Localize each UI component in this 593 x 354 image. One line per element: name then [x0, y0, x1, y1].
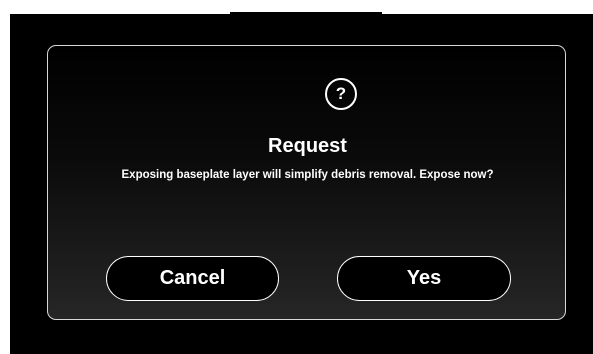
- dialog-message: Exposing baseplate layer will simplify d…: [121, 169, 494, 181]
- screen: ? Request Exposing baseplate layer will …: [10, 14, 593, 354]
- yes-button[interactable]: Yes: [337, 256, 511, 301]
- dialog-title: Request: [268, 135, 347, 157]
- question-mark-icon: ?: [325, 78, 357, 110]
- request-dialog: ? Request Exposing baseplate layer will …: [47, 45, 566, 320]
- top-strip: [0, 0, 593, 14]
- cancel-button[interactable]: Cancel: [106, 256, 279, 301]
